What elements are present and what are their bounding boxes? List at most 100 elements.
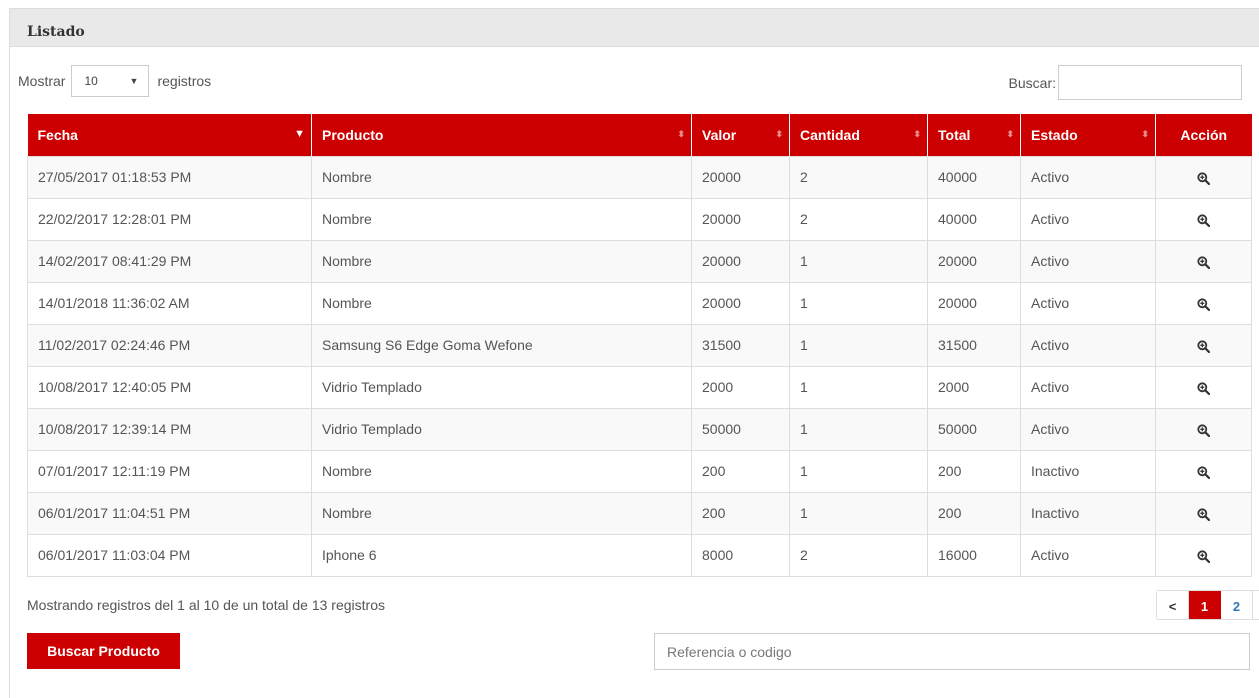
cell-producto: Nombre xyxy=(311,155,692,199)
cell-cantidad: 1 xyxy=(789,239,928,283)
cell-estado: Activo xyxy=(1020,323,1156,367)
zoom-in-icon[interactable] xyxy=(1197,214,1210,227)
page-button-1[interactable]: 1 xyxy=(1189,591,1221,619)
zoom-in-icon[interactable] xyxy=(1197,340,1210,353)
cell-fecha: 06/01/2017 11:03:04 PM xyxy=(27,533,312,577)
cell-valor: 20000 xyxy=(691,281,790,325)
cell-producto: Nombre xyxy=(311,449,692,493)
column-header-estado[interactable]: Estado ⬍ xyxy=(1020,114,1156,156)
zoom-in-icon[interactable] xyxy=(1197,256,1210,269)
cell-producto: Vidrio Templado xyxy=(311,365,692,409)
cell-fecha: 06/01/2017 11:04:51 PM xyxy=(27,491,312,535)
sort-both-icon: ⬍ xyxy=(1141,129,1149,139)
zoom-in-icon[interactable] xyxy=(1197,508,1210,521)
length-suffix-label: registros xyxy=(157,73,212,89)
next-page-button[interactable]: > xyxy=(1253,591,1259,619)
cell-valor: 20000 xyxy=(691,239,790,283)
buscar-producto-button[interactable]: Buscar Producto xyxy=(27,633,180,669)
cell-total: 2000 xyxy=(927,365,1021,409)
page-length-value: 10 xyxy=(84,74,98,88)
cell-producto: Nombre xyxy=(311,281,692,325)
table-controls: Mostrar 10 ▼ registros Buscar: xyxy=(18,57,1242,100)
cell-accion xyxy=(1155,449,1252,493)
sort-both-icon: ⬍ xyxy=(775,129,783,139)
cell-producto: Nombre xyxy=(311,491,692,535)
cell-producto: Iphone 6 xyxy=(311,533,692,577)
cell-accion xyxy=(1155,323,1252,367)
cell-fecha: 10/08/2017 12:40:05 PM xyxy=(27,365,312,409)
cell-estado: Activo xyxy=(1020,197,1156,241)
table-info: Mostrando registros del 1 al 10 de un to… xyxy=(27,597,385,613)
cell-accion xyxy=(1155,281,1252,325)
table-row: 10/08/2017 12:40:05 PM Vidrio Templado 200… xyxy=(27,365,1252,409)
cell-estado: Activo xyxy=(1020,155,1156,199)
cell-accion xyxy=(1155,491,1252,535)
chevron-down-icon: ▼ xyxy=(129,76,139,86)
cell-total: 31500 xyxy=(927,323,1021,367)
page-length-select[interactable]: 10 ▼ xyxy=(71,65,150,97)
cell-producto: Nombre xyxy=(311,197,692,241)
cell-valor: 8000 xyxy=(691,533,790,577)
cell-accion xyxy=(1155,407,1252,451)
sort-both-icon: ⬍ xyxy=(677,129,685,139)
zoom-in-icon[interactable] xyxy=(1197,382,1210,395)
cell-producto: Vidrio Templado xyxy=(311,407,692,451)
table-row: 06/01/2017 11:04:51 PM Nombre 200 1 200 Inact… xyxy=(27,491,1252,535)
cell-total: 50000 xyxy=(927,407,1021,451)
cell-total: 200 xyxy=(927,491,1021,535)
cell-producto: Samsung S6 Edge Goma Wefone xyxy=(311,323,692,367)
zoom-in-icon[interactable] xyxy=(1197,298,1210,311)
cell-total: 200 xyxy=(927,449,1021,493)
cell-total: 20000 xyxy=(927,239,1021,283)
table-row: 07/01/2017 12:11:19 PM Nombre 200 1 200 Inact… xyxy=(27,449,1252,493)
products-table: Fecha ▼ Producto ⬍ Valor ⬍ Cantidad ⬍ Total ⬍… xyxy=(27,114,1252,577)
zoom-in-icon[interactable] xyxy=(1197,466,1210,479)
table-row: 14/02/2017 08:41:29 PM Nombre 20000 1 20000 A… xyxy=(27,239,1252,283)
cell-cantidad: 1 xyxy=(789,323,928,367)
cell-accion xyxy=(1155,197,1252,241)
cell-cantidad: 2 xyxy=(789,197,928,241)
cell-estado: Activo xyxy=(1020,533,1156,577)
cell-total: 40000 xyxy=(927,197,1021,241)
zoom-in-icon[interactable] xyxy=(1197,424,1210,437)
page-button-2[interactable]: 2 xyxy=(1221,591,1253,619)
pagination: < 1 2 > xyxy=(1156,590,1259,620)
column-header-total[interactable]: Total ⬍ xyxy=(927,114,1021,156)
cell-valor: 2000 xyxy=(691,365,790,409)
cell-estado: Activo xyxy=(1020,365,1156,409)
cell-accion xyxy=(1155,365,1252,409)
cell-estado: Activo xyxy=(1020,281,1156,325)
table-row: 22/02/2017 12:28:01 PM Nombre 20000 2 40000 A… xyxy=(27,197,1252,241)
cell-valor: 31500 xyxy=(691,323,790,367)
search-input[interactable] xyxy=(1058,65,1242,100)
column-header-fecha[interactable]: Fecha ▼ xyxy=(27,114,312,156)
sort-both-icon: ⬍ xyxy=(913,129,921,139)
cell-valor: 20000 xyxy=(691,155,790,199)
table-body: 27/05/2017 01:18:53 PM Nombre 20000 2 40000 A… xyxy=(27,155,1252,577)
reference-input[interactable]: Referencia o codigo xyxy=(654,633,1250,670)
column-header-valor[interactable]: Valor ⬍ xyxy=(691,114,790,156)
length-prefix-label: Mostrar xyxy=(18,73,66,89)
sort-desc-icon: ▼ xyxy=(294,128,305,140)
cell-fecha: 14/02/2017 08:41:29 PM xyxy=(27,239,312,283)
previous-page-button[interactable]: < xyxy=(1157,591,1189,619)
cell-producto: Nombre xyxy=(311,239,692,283)
cell-estado: Activo xyxy=(1020,407,1156,451)
cell-fecha: 14/01/2018 11:36:02 AM xyxy=(27,281,312,325)
cell-fecha: 07/01/2017 12:11:19 PM xyxy=(27,449,312,493)
cell-cantidad: 1 xyxy=(789,407,928,451)
cell-cantidad: 1 xyxy=(789,365,928,409)
zoom-in-icon[interactable] xyxy=(1197,172,1210,185)
cell-valor: 200 xyxy=(691,449,790,493)
column-header-producto[interactable]: Producto ⬍ xyxy=(311,114,692,156)
cell-fecha: 10/08/2017 12:39:14 PM xyxy=(27,407,312,451)
table-row: 06/01/2017 11:03:04 PM Iphone 6 8000 2 16000… xyxy=(27,533,1252,577)
panel-heading: Listado xyxy=(10,9,1259,47)
column-header-accion: Acción xyxy=(1155,114,1252,156)
table-row: 11/02/2017 02:24:46 PM Samsung S6 Edge Go… xyxy=(27,323,1252,367)
column-header-cantidad[interactable]: Cantidad ⬍ xyxy=(789,114,928,156)
panel-title: Listado xyxy=(27,24,85,40)
cell-cantidad: 1 xyxy=(789,281,928,325)
zoom-in-icon[interactable] xyxy=(1197,550,1210,563)
cell-estado: Activo xyxy=(1020,239,1156,283)
